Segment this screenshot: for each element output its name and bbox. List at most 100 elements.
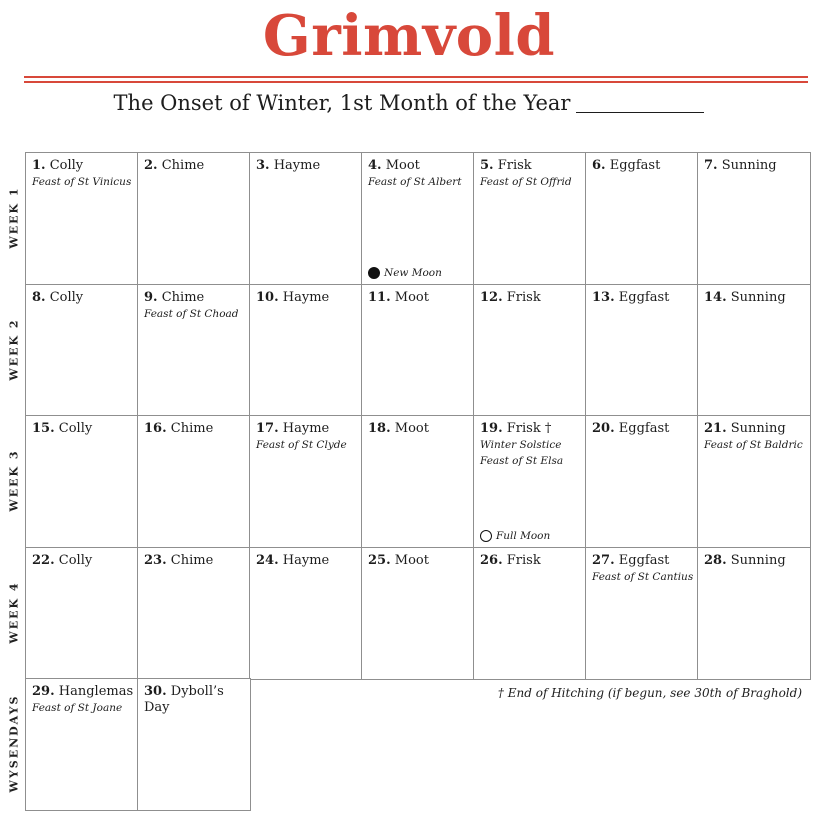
month-subtitle: The Onset of Winter, 1st Month of the Ye… <box>0 88 818 118</box>
day-name: Moot <box>394 552 429 568</box>
moon-phase: New Moon <box>368 267 442 279</box>
day-cell: 12. Frisk <box>473 283 587 417</box>
day-note: Feast of St Offrid <box>480 176 572 188</box>
day-cell: 4. Moot Feast of St Albert New Moon <box>361 152 475 285</box>
day-name: Colly <box>58 552 93 568</box>
day-number: 7. <box>704 158 718 173</box>
day-number: 17. <box>256 421 279 436</box>
day-name: Sunning <box>730 552 786 568</box>
day-cell: 20. Eggfast <box>585 415 699 548</box>
day-number: 11. <box>368 289 391 305</box>
title-rule-top <box>24 76 808 78</box>
day-number: 24. <box>256 552 279 568</box>
day-note: Feast of St Choad <box>144 307 239 320</box>
row-label-1: WEEK 1 <box>0 152 28 284</box>
day-heading: 12. Frisk <box>480 290 580 306</box>
day-number: 5. <box>480 158 494 173</box>
day-heading: 11. Moot <box>368 290 468 306</box>
day-cell: 13. Eggfast <box>585 283 699 417</box>
day-cell: 9. Chime Feast of St Choad <box>137 283 251 417</box>
day-heading: 3. Hayme <box>256 158 356 174</box>
day-cell: 22. Colly <box>25 546 139 680</box>
day-name: Chime <box>161 289 205 305</box>
row-label-4: WEEK 4 <box>0 547 28 679</box>
day-name: Eggfast <box>618 552 670 568</box>
day-heading: 15. Colly <box>32 421 132 437</box>
day-name: Chime <box>170 421 214 436</box>
day-cell: 30. Dyboll’s Day <box>137 678 251 811</box>
day-number: 16. <box>144 421 167 436</box>
day-heading: 6. Eggfast <box>592 158 692 174</box>
day-heading: 23. Chime <box>144 553 244 569</box>
day-note: Feast of St Albert <box>368 176 462 188</box>
day-name: Hayme <box>282 552 330 568</box>
day-cell: 27. Eggfast Feast of St Cantius <box>585 546 699 680</box>
day-cell: 8. Colly <box>25 283 139 417</box>
row-label-2: WEEK 2 <box>0 284 28 416</box>
day-cell: 17. Hayme Feast of St Clyde <box>249 415 363 548</box>
day-number: 19. <box>480 421 503 436</box>
day-name: Moot <box>385 158 420 173</box>
day-cell: 14. Sunning <box>697 283 811 417</box>
day-note: Feast of St Cantius <box>592 570 694 583</box>
day-cell: 21. Sunning Feast of St Baldric <box>697 415 811 548</box>
day-name: Frisk <box>497 158 532 173</box>
day-heading: 10. Hayme <box>256 290 356 306</box>
day-name: Eggfast <box>609 158 661 173</box>
day-name: Eggfast <box>618 289 670 305</box>
day-cell: 26. Frisk <box>473 546 587 680</box>
day-cell: 5. Frisk Feast of St Offrid <box>473 152 587 285</box>
day-cell: 1. Colly Feast of St Vinicus <box>25 152 139 285</box>
page-title: Grimvold <box>262 3 556 69</box>
day-name: Sunning <box>721 158 777 173</box>
day-note: Feast of St Joane <box>32 702 123 714</box>
day-heading: 4. Moot <box>368 158 468 174</box>
moon-phase-label: Full Moon <box>496 530 551 542</box>
new-moon-icon <box>368 267 380 279</box>
row-label-3: WEEK 3 <box>0 415 28 547</box>
day-number: 29. <box>32 684 55 699</box>
row-label-text: WEEK 1 <box>7 186 21 249</box>
day-cell: 19. Frisk † Winter Solstice Feast of St El… <box>473 415 587 548</box>
day-name: Hanglemas <box>58 684 134 699</box>
row-label-text: WEEK 2 <box>7 318 21 381</box>
month-subtitle-text: The Onset of Winter, 1st Month of the Ye… <box>113 91 571 115</box>
day-number: 20. <box>592 421 615 436</box>
day-name: Moot <box>394 421 429 436</box>
day-name: Colly <box>49 289 84 305</box>
day-heading: 29. Hanglemas <box>32 684 134 700</box>
day-cell: 29. Hanglemas Feast of St Joane <box>25 678 139 811</box>
day-cell: 3. Hayme <box>249 152 363 285</box>
day-name: Frisk <box>506 289 541 305</box>
day-heading: 14. Sunning <box>704 290 804 306</box>
day-name: Hayme <box>282 289 330 305</box>
day-heading: 2. Chime <box>144 158 244 174</box>
full-moon-icon <box>480 530 492 542</box>
day-number: 13. <box>592 289 615 305</box>
day-number: 4. <box>368 158 382 173</box>
day-cell: 15. Colly <box>25 415 139 548</box>
day-cell: 23. Chime <box>137 546 251 680</box>
day-cell: 28. Sunning <box>697 546 811 680</box>
day-name: Eggfast <box>618 421 670 436</box>
day-heading: 26. Frisk <box>480 553 580 569</box>
day-heading: 24. Hayme <box>256 553 356 569</box>
day-cell: 7. Sunning <box>697 152 811 285</box>
day-heading: 5. Frisk <box>480 158 580 174</box>
day-cell: 18. Moot <box>361 415 475 548</box>
moon-phase: Full Moon <box>480 530 550 542</box>
day-heading: 17. Hayme <box>256 421 356 437</box>
day-number: 3. <box>256 158 270 173</box>
day-number: 12. <box>480 289 503 305</box>
day-cell: 10. Hayme <box>249 283 363 417</box>
day-name: Sunning <box>730 421 786 436</box>
day-name: Colly <box>58 421 93 436</box>
day-heading: 9. Chime <box>144 290 244 306</box>
day-note: Feast of St Baldric <box>704 439 803 451</box>
day-number: 30. <box>144 684 167 699</box>
day-heading: 20. Eggfast <box>592 421 692 437</box>
day-number: 6. <box>592 158 606 173</box>
day-number: 28. <box>704 552 727 568</box>
moon-phase-label: New Moon <box>384 267 442 279</box>
day-number: 21. <box>704 421 727 436</box>
